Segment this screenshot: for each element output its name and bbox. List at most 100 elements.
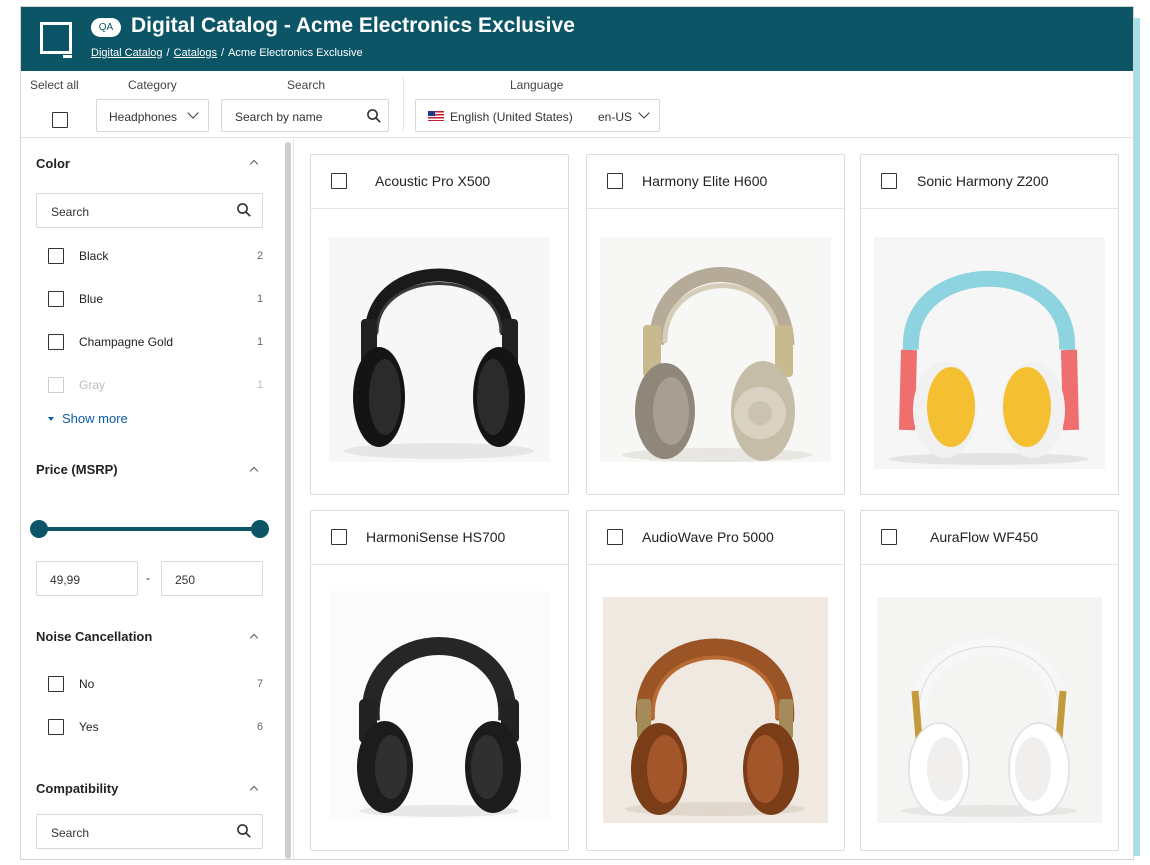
product-checkbox[interactable] bbox=[881, 173, 897, 189]
search-icon[interactable] bbox=[236, 823, 252, 839]
product-checkbox[interactable] bbox=[607, 529, 623, 545]
checkbox[interactable] bbox=[48, 719, 64, 735]
product-card[interactable]: HarmoniSense HS700 bbox=[310, 510, 569, 851]
checkbox[interactable] bbox=[48, 377, 64, 393]
breadcrumb-catalogs[interactable]: Catalogs bbox=[174, 47, 217, 59]
facet-label: Black bbox=[79, 249, 109, 263]
price-min-input[interactable]: 49,99 bbox=[36, 561, 138, 596]
facet-count: 1 bbox=[257, 379, 264, 391]
app-window: QA Digital Catalog - Acme Electronics Ex… bbox=[20, 6, 1134, 860]
card-header: Acoustic Pro X500 bbox=[311, 155, 568, 209]
checkbox[interactable] bbox=[48, 334, 64, 350]
price-range-separator: - bbox=[146, 571, 150, 585]
search-input[interactable]: Search by name bbox=[221, 99, 389, 132]
facet-count: 1 bbox=[257, 336, 264, 348]
card-header: Sonic Harmony Z200 bbox=[861, 155, 1118, 209]
matte-black-headphones-image bbox=[329, 591, 550, 819]
product-checkbox[interactable] bbox=[331, 173, 347, 189]
category-select[interactable]: Headphones bbox=[96, 99, 209, 132]
facet-count: 1 bbox=[257, 293, 264, 305]
language-label: Language bbox=[510, 78, 564, 92]
product-checkbox[interactable] bbox=[881, 529, 897, 545]
price-max-input[interactable]: 250 bbox=[161, 561, 263, 596]
price-section-title: Price (MSRP) bbox=[36, 462, 118, 477]
compatibility-section-title: Compatibility bbox=[36, 781, 119, 796]
product-name[interactable]: Sonic Harmony Z200 bbox=[917, 173, 1049, 189]
chevron-up-icon[interactable] bbox=[249, 633, 259, 643]
color-search-input[interactable]: Search bbox=[36, 193, 263, 228]
product-name[interactable]: HarmoniSense HS700 bbox=[366, 529, 505, 545]
brown-leather-headphones-image bbox=[603, 597, 828, 823]
product-card[interactable]: Acoustic Pro X500 bbox=[310, 154, 569, 495]
show-more-link[interactable]: Show more bbox=[48, 411, 128, 426]
breadcrumb-digital-catalog[interactable]: Digital Catalog bbox=[91, 47, 163, 59]
facet-count: 6 bbox=[257, 721, 264, 733]
price-max-value: 250 bbox=[175, 573, 196, 587]
product-name[interactable]: AuraFlow WF450 bbox=[930, 529, 1038, 545]
category-value: Headphones bbox=[109, 110, 178, 124]
chevron-down-icon bbox=[638, 107, 650, 119]
checkbox[interactable] bbox=[48, 291, 64, 307]
caret-down-icon bbox=[48, 417, 54, 421]
black-headphones-image bbox=[329, 237, 550, 462]
card-header: HarmoniSense HS700 bbox=[311, 511, 568, 565]
facet-label: Champagne Gold bbox=[79, 335, 174, 349]
color-section-title: Color bbox=[36, 156, 70, 171]
category-label: Category bbox=[128, 78, 177, 92]
app-menu-icon[interactable] bbox=[40, 22, 72, 58]
breadcrumb: Digital Catalog / Catalogs / Acme Electronic… bbox=[91, 47, 363, 59]
product-card[interactable]: Harmony Elite H600 bbox=[586, 154, 845, 495]
facet-count: 2 bbox=[257, 250, 264, 262]
champagne-gold-headphones-image bbox=[600, 237, 831, 462]
noise-section-title: Noise Cancellation bbox=[36, 629, 153, 644]
checkbox[interactable] bbox=[48, 676, 64, 692]
chevron-down-icon bbox=[187, 107, 199, 119]
product-checkbox[interactable] bbox=[331, 529, 347, 545]
language-select[interactable]: English (United States) en-US bbox=[415, 99, 660, 132]
select-all-checkbox[interactable] bbox=[52, 112, 68, 128]
facet-label: Gray bbox=[79, 378, 106, 392]
filter-sidebar: Color Search Black 2 Blue 1 Champagne Go… bbox=[21, 138, 279, 859]
price-slider-track[interactable] bbox=[39, 527, 261, 531]
toolbar-divider bbox=[403, 77, 404, 131]
chevron-up-icon[interactable] bbox=[249, 466, 259, 476]
card-header: AuraFlow WF450 bbox=[861, 511, 1118, 565]
select-all-label: Select all bbox=[30, 78, 79, 92]
checkbox[interactable] bbox=[48, 248, 64, 264]
search-label: Search bbox=[287, 78, 326, 92]
product-grid: Acoustic Pro X500 Harmony Elite H600 Son… bbox=[294, 138, 1133, 859]
product-card[interactable]: AudioWave Pro 5000 bbox=[586, 510, 845, 851]
price-slider-max-handle[interactable] bbox=[251, 520, 269, 538]
white-gold-headphones-image bbox=[877, 597, 1102, 823]
price-slider-min-handle[interactable] bbox=[30, 520, 48, 538]
product-name[interactable]: Harmony Elite H600 bbox=[642, 173, 767, 189]
environment-badge: QA bbox=[91, 18, 121, 37]
product-name[interactable]: AudioWave Pro 5000 bbox=[642, 529, 774, 545]
product-card[interactable]: Sonic Harmony Z200 bbox=[860, 154, 1119, 495]
language-value: English (United States) bbox=[450, 110, 573, 124]
app-header: QA Digital Catalog - Acme Electronics Ex… bbox=[21, 7, 1133, 71]
product-checkbox[interactable] bbox=[607, 173, 623, 189]
chevron-up-icon[interactable] bbox=[249, 159, 259, 169]
card-header: AudioWave Pro 5000 bbox=[587, 511, 844, 565]
product-name[interactable]: Acoustic Pro X500 bbox=[375, 173, 490, 189]
show-more-label: Show more bbox=[62, 411, 128, 426]
blue-red-yellow-headphones-image bbox=[874, 237, 1105, 469]
product-card[interactable]: AuraFlow WF450 bbox=[860, 510, 1119, 851]
toolbar: Select all Category Headphones Search Se… bbox=[21, 71, 1133, 138]
price-min-value: 49,99 bbox=[50, 573, 81, 587]
chevron-up-icon[interactable] bbox=[249, 785, 259, 795]
language-code: en-US bbox=[598, 110, 633, 124]
search-icon[interactable] bbox=[366, 108, 382, 124]
search-placeholder: Search by name bbox=[235, 110, 323, 124]
color-search-placeholder: Search bbox=[51, 205, 90, 219]
compatibility-search-placeholder: Search bbox=[51, 826, 90, 840]
facet-count: 7 bbox=[257, 678, 264, 690]
breadcrumb-current: Acme Electronics Exclusive bbox=[228, 47, 363, 59]
page-title: Digital Catalog - Acme Electronics Exclu… bbox=[131, 14, 575, 37]
facet-label: Blue bbox=[79, 292, 104, 306]
compatibility-search-input[interactable]: Search bbox=[36, 814, 263, 849]
search-icon[interactable] bbox=[236, 202, 252, 218]
facet-label: Yes bbox=[79, 720, 99, 734]
sidebar-scrollbar[interactable] bbox=[285, 142, 291, 859]
